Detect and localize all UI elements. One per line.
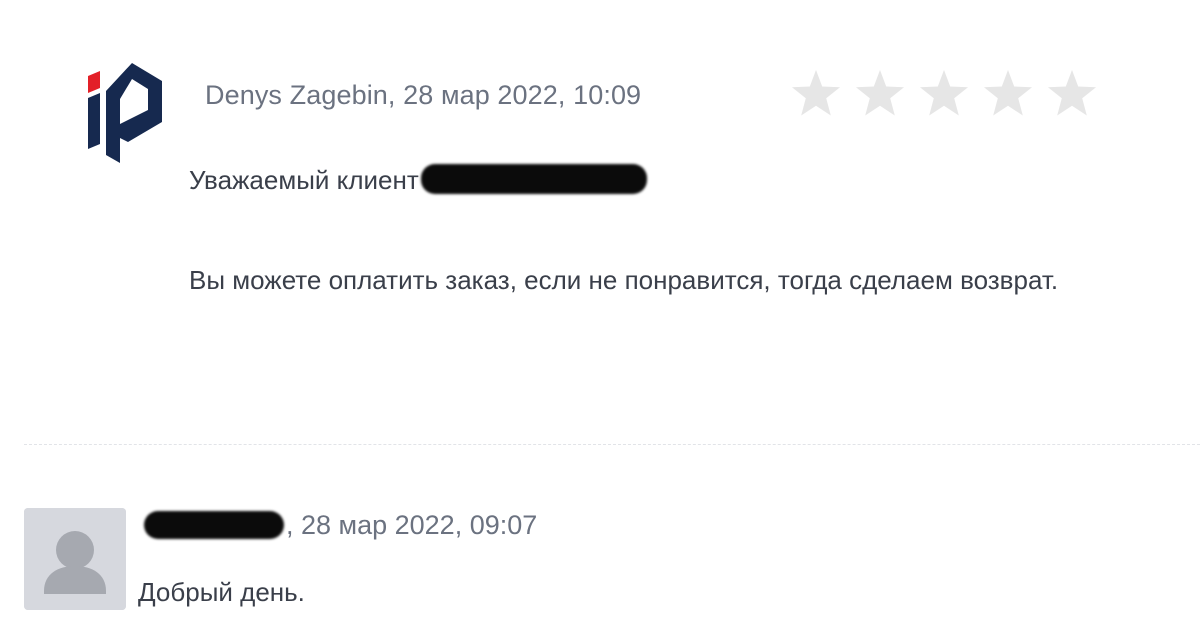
reply-greeting: Уважаемый клиент — [189, 165, 419, 195]
comment-divider — [24, 444, 1200, 445]
star-icon[interactable] — [854, 68, 906, 118]
star-icon[interactable] — [918, 68, 970, 118]
star-rating[interactable] — [790, 68, 1098, 118]
redacted-name — [144, 510, 284, 539]
ip-logo-icon — [86, 62, 164, 166]
user-avatar-icon — [24, 508, 126, 610]
star-icon[interactable] — [1046, 68, 1098, 118]
star-icon[interactable] — [790, 68, 842, 118]
reply-body: Уважаемый клиент Вы можете оплатить зака… — [189, 162, 1169, 298]
customer-author-date: , 28 мар 2022, 09:07 — [144, 510, 537, 541]
redacted-name — [420, 164, 647, 195]
reply-greeting-line: Уважаемый клиент — [189, 162, 1169, 198]
customer-date: , 28 мар 2022, 09:07 — [286, 510, 538, 540]
star-icon[interactable] — [982, 68, 1034, 118]
reply-author-date: Denys Zagebin, 28 мар 2022, 10:09 — [205, 80, 642, 110]
customer-comment-text: Добрый день. — [138, 577, 305, 607]
reply-text: Вы можете оплатить заказ, если не понрав… — [189, 265, 1059, 295]
